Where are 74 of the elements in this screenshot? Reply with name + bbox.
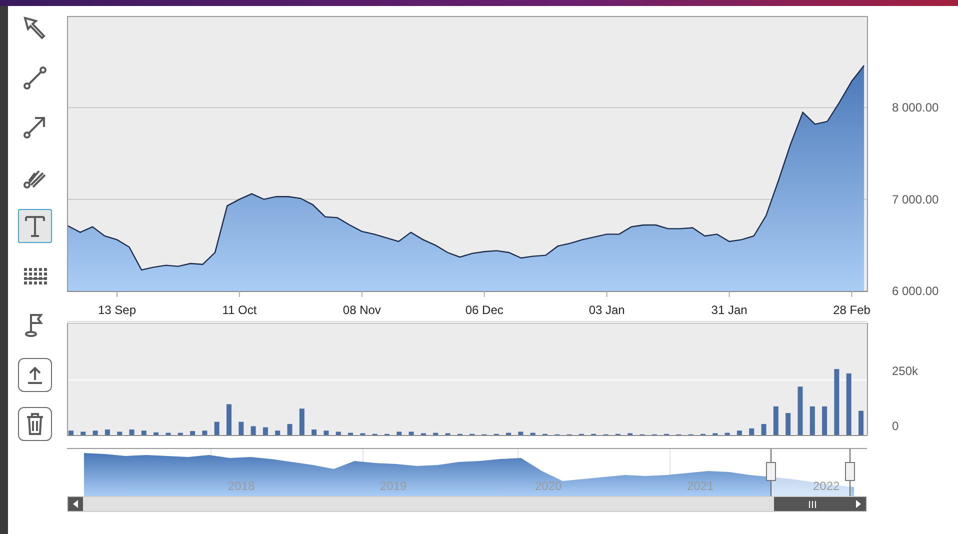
x-axis-label: 06 Dec — [465, 303, 504, 317]
grip-icon — [809, 500, 816, 508]
volume-bar — [226, 404, 232, 435]
volume-bar — [396, 432, 402, 435]
volume-bar — [92, 430, 98, 435]
range-handle[interactable] — [845, 462, 855, 481]
x-axis-label: 28 Feb — [833, 303, 870, 317]
volume-bar — [178, 432, 183, 435]
volume-bar — [736, 430, 742, 435]
volume-bar — [104, 430, 110, 435]
left-arrow-icon — [73, 500, 78, 508]
volume-bar — [336, 432, 341, 435]
y-axis-label: 8 000.00 — [892, 100, 939, 115]
x-axis-label: 11 Oct — [222, 303, 257, 317]
year-label: 2022 — [813, 479, 840, 493]
volume-bar — [530, 432, 536, 435]
volume-bar — [834, 369, 840, 435]
volume-bar — [312, 430, 317, 435]
scroll-right-button[interactable] — [851, 497, 866, 511]
volume-bar — [129, 430, 134, 435]
tool-button[interactable] — [18, 209, 52, 243]
y-axis-label: 6 000.00 — [892, 284, 939, 298]
volume-bar — [773, 406, 778, 435]
pointer-icon — [22, 15, 48, 41]
volume-bar — [846, 373, 852, 435]
volume-bar — [166, 432, 171, 435]
x-axis-label: 13 Sep — [98, 303, 136, 317]
scrollbar-thumb[interactable] — [774, 497, 851, 511]
scroll-left-button[interactable] — [68, 497, 83, 511]
y-axis-label: 250k — [892, 364, 918, 378]
volume-bar — [858, 410, 864, 435]
arrow-icon — [22, 114, 48, 140]
tool-button[interactable] — [18, 358, 52, 392]
volume-bar — [238, 422, 244, 435]
range-handle[interactable] — [766, 462, 776, 481]
volume-bar — [202, 430, 208, 435]
volume-bar — [408, 432, 414, 435]
volume-bar — [348, 432, 354, 435]
x-axis-label: 08 Nov — [342, 303, 381, 317]
line-icon — [22, 64, 48, 90]
volume-bar — [724, 432, 730, 435]
volume-bar — [324, 430, 329, 435]
y-axis-label: 0 — [892, 419, 899, 433]
volume-bar — [141, 430, 146, 435]
x-axis-label: 03 Jan — [588, 303, 625, 317]
volume-bar — [275, 430, 280, 435]
volume-bar — [287, 424, 292, 435]
year-label: 2018 — [228, 479, 255, 493]
volume-bar — [214, 422, 220, 435]
x-axis-label: 31 Jan — [711, 303, 748, 317]
right-arrow-icon — [856, 500, 861, 508]
volume-bar — [299, 408, 304, 435]
volume-bar — [798, 386, 803, 435]
volume-bar — [250, 426, 256, 435]
text-icon — [22, 213, 48, 239]
volume-bar — [262, 427, 268, 435]
volume-bar — [190, 431, 196, 435]
volume-bar — [433, 432, 438, 435]
volume-bar — [68, 430, 74, 435]
volume-bar — [117, 432, 122, 435]
volume-bar — [810, 406, 815, 435]
volume-bar — [518, 432, 524, 435]
tool-button[interactable] — [18, 407, 52, 441]
volume-bar — [80, 432, 86, 435]
year-label: 2019 — [380, 479, 407, 493]
volume-bar — [749, 428, 754, 435]
volume-bar — [154, 432, 159, 435]
volume-bar — [761, 424, 766, 435]
year-label: 2021 — [687, 479, 714, 493]
volume-bar — [786, 413, 791, 435]
volume-bar — [822, 406, 828, 435]
year-label: 2020 — [535, 479, 562, 493]
volume-bar — [506, 432, 512, 435]
y-axis-label: 7 000.00 — [892, 192, 939, 206]
